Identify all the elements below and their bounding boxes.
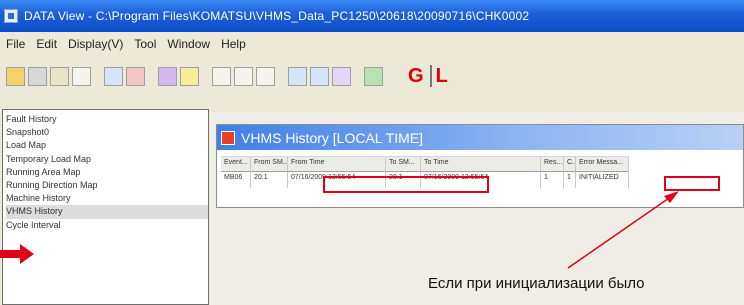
tile-vertical-icon[interactable] [310,66,329,86]
filter-icon[interactable] [180,66,199,86]
data-view-window: DATA View - C:\Program Files\KOMATSU\VHM… [0,0,744,305]
table-cell: MB06 [221,172,251,188]
chart-icon[interactable] [126,66,145,86]
menu-edit[interactable]: Edit [36,37,57,51]
column-header[interactable]: Res... [541,156,564,172]
vhms-icon [221,130,235,145]
table-icon[interactable] [234,66,253,86]
nav-item-running-area-map[interactable]: Running Area Map [6,166,208,179]
table-cell: 20.1 [251,172,288,188]
column-header[interactable]: Error Messa... [576,156,629,172]
nav-item-cycle-interval[interactable]: Cycle Interval [6,219,208,232]
menu-file[interactable]: File [6,37,25,51]
nav-item-snapshot[interactable]: Snapshot0 [6,126,208,139]
print-icon[interactable] [28,66,47,86]
open-icon[interactable] [6,66,25,86]
nav-item-running-direction-map[interactable]: Running Direction Map [6,179,208,192]
menu-bar: File Edit Display(V) Tool Window Help [0,32,744,56]
column-header[interactable]: From Time [288,156,386,172]
graph-icon[interactable] [158,66,177,86]
menu-display[interactable]: Display(V) [68,37,123,51]
check-icon[interactable] [332,66,351,86]
column-header[interactable]: C... [564,156,576,172]
subwindow-title: VHMS History [LOCAL TIME] [241,129,424,146]
app-icon [4,9,18,23]
copy-icon[interactable] [72,66,91,86]
pointer-arrow-icon [0,244,34,264]
gl-toggle[interactable]: GL [408,64,450,88]
table-header-row: Event... From SM... From Time To SM... T… [221,156,629,172]
menu-help[interactable]: Help [221,37,246,51]
window-title: DATA View - C:\Program Files\KOMATSU\VHM… [24,9,530,23]
nav-item-load-map[interactable]: Load Map [6,139,208,152]
nav-item-temporary-load-map[interactable]: Temporary Load Map [6,153,208,166]
window-icon[interactable] [256,66,275,86]
menu-tool[interactable]: Tool [134,37,156,51]
annotation-caption: Если при инициализации было [428,275,645,292]
preview-icon[interactable] [50,66,69,86]
vhms-history-window: VHMS History [LOCAL TIME] Event... From … [216,124,744,208]
table-cell: 1 [541,172,564,188]
column-header[interactable]: To Time [421,156,541,172]
table-cell: 1 [564,172,576,188]
subwindow-title-bar[interactable]: VHMS History [LOCAL TIME] [217,125,743,150]
navigation-panel: Fault History Snapshot0 Load Map Tempora… [2,109,209,305]
table-cell: INITIALIZED [576,172,629,188]
tile-icon[interactable] [288,66,307,86]
column-header[interactable]: Event... [221,156,251,172]
nav-item-fault-history[interactable]: Fault History [6,113,208,126]
column-header[interactable]: To SM... [386,156,421,172]
nav-item-machine-history[interactable]: Machine History [6,192,208,205]
exit-icon[interactable] [364,66,383,86]
highlight-message-box [664,176,720,191]
menu-window[interactable]: Window [167,37,210,51]
nav-item-vhms-history[interactable]: VHMS History [6,205,208,219]
column-header[interactable]: From SM... [251,156,288,172]
undo-icon[interactable] [104,66,123,86]
title-bar[interactable]: DATA View - C:\Program Files\KOMATSU\VHM… [0,0,744,32]
toolbar: GL [0,58,744,94]
highlight-time-box [323,176,489,193]
grid-icon[interactable] [212,66,231,86]
